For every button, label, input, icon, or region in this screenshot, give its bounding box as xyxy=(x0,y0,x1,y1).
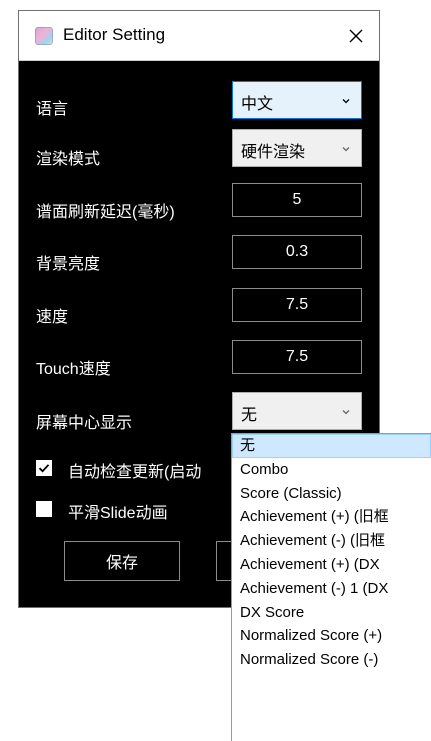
render-mode-value: 硬件渲染 xyxy=(241,144,306,161)
auto-update-checkbox[interactable] xyxy=(36,460,52,476)
save-button[interactable]: 保存 xyxy=(64,541,180,581)
chevron-down-icon xyxy=(342,147,350,152)
center-display-dropdown[interactable]: 无 Combo Score (Classic) Achievement (+) … xyxy=(231,433,431,741)
close-icon xyxy=(349,29,363,42)
refresh-delay-label: 谱面刷新延迟(毫秒) xyxy=(36,204,175,221)
chevron-down-icon xyxy=(342,410,350,415)
bg-brightness-input[interactable]: 0.3 xyxy=(232,235,362,269)
speed-label: 速度 xyxy=(36,309,69,326)
app-icon xyxy=(35,27,53,45)
language-label: 语言 xyxy=(36,101,69,118)
language-value: 中文 xyxy=(241,96,274,113)
dropdown-item[interactable]: DX Score xyxy=(232,601,431,625)
dropdown-item[interactable]: Achievement (-) 1 (DX xyxy=(232,577,431,601)
dropdown-item[interactable]: Achievement (+) (旧框 xyxy=(232,505,431,529)
check-icon xyxy=(38,464,50,473)
close-button[interactable] xyxy=(333,11,379,60)
title-bar[interactable]: Editor Setting xyxy=(19,11,379,61)
center-display-label: 屏幕中心显示 xyxy=(36,415,133,432)
dropdown-item[interactable]: 无 xyxy=(232,434,431,458)
center-display-value: 无 xyxy=(241,407,258,424)
language-select[interactable]: 中文 xyxy=(232,81,362,119)
dropdown-item[interactable]: Score (Classic) xyxy=(232,482,431,506)
smooth-slide-checkbox[interactable] xyxy=(36,501,52,517)
center-display-select[interactable]: 无 xyxy=(232,392,362,430)
refresh-delay-input[interactable]: 5 xyxy=(232,183,362,217)
dropdown-item[interactable]: Achievement (-) (旧框 xyxy=(232,529,431,553)
smooth-slide-label[interactable]: 平滑Slide动画 xyxy=(68,499,168,523)
render-mode-select[interactable]: 硬件渲染 xyxy=(232,129,362,167)
bg-brightness-label: 背景亮度 xyxy=(36,256,101,273)
touch-speed-label: Touch速度 xyxy=(36,361,111,378)
chevron-down-icon xyxy=(342,99,350,104)
dropdown-item[interactable]: Combo xyxy=(232,458,431,482)
speed-input[interactable]: 7.5 xyxy=(232,288,362,322)
dropdown-item[interactable]: Normalized Score (+) xyxy=(232,624,431,648)
window-title: Editor Setting xyxy=(63,25,166,44)
render-mode-label: 渲染模式 xyxy=(36,151,101,168)
auto-update-label[interactable]: 自动检查更新(启动 xyxy=(68,458,201,482)
dropdown-item[interactable]: Achievement (+) (DX xyxy=(232,553,431,577)
touch-speed-input[interactable]: 7.5 xyxy=(232,340,362,374)
dropdown-item[interactable]: Normalized Score (-) xyxy=(232,648,431,672)
